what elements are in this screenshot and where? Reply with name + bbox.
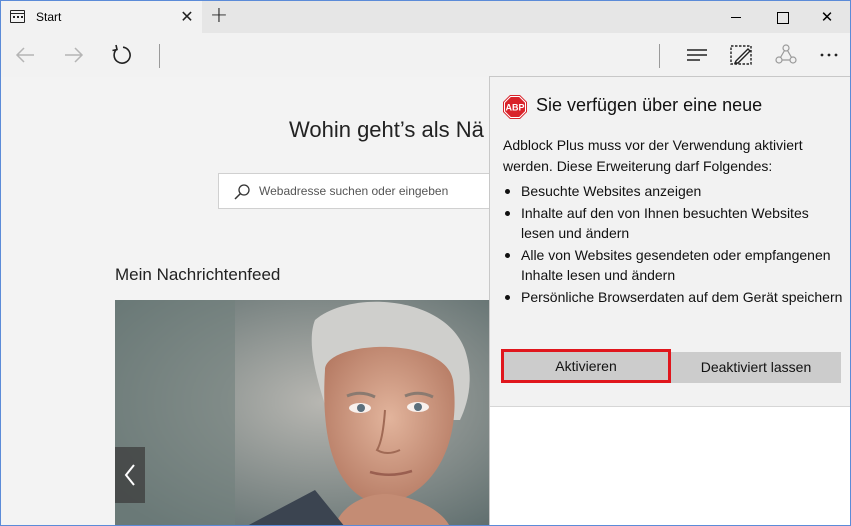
new-tab-button[interactable]: +	[207, 5, 231, 29]
bullet	[505, 189, 510, 194]
news-image[interactable]	[115, 300, 495, 525]
hub-icon[interactable]	[682, 40, 712, 70]
permission-text: Inhalte auf den von Ihnen besuchten Webs…	[521, 205, 809, 241]
permission-item: Besuchte Websites anzeigen	[503, 181, 843, 201]
popup-body: ABP Sie verfügen über eine neue Adblock …	[490, 77, 850, 407]
share-icon[interactable]	[771, 40, 801, 70]
previous-button[interactable]	[115, 447, 145, 503]
permission-text: Besuchte Websites anzeigen	[521, 183, 702, 199]
abp-logo-icon: ABP	[503, 95, 527, 119]
chevron-left-icon	[124, 464, 135, 486]
page-icon	[10, 10, 25, 23]
permissions-list: Besuchte Websites anzeigen Inhalte auf d…	[503, 181, 843, 309]
search-input[interactable]	[259, 174, 499, 208]
web-note-icon[interactable]	[726, 40, 756, 70]
popup-description: Adblock Plus muss vor der Verwendung akt…	[503, 137, 803, 174]
bullet	[505, 295, 510, 300]
activate-button[interactable]: Aktivieren	[501, 349, 671, 383]
close-window-button[interactable]: ✕	[804, 1, 850, 33]
bullet	[505, 211, 510, 216]
tab-start[interactable]: Start ✕	[1, 1, 202, 33]
minimize-button[interactable]	[713, 1, 759, 33]
more-icon[interactable]	[814, 40, 844, 70]
forward-arrow-icon[interactable]	[58, 40, 88, 70]
permission-item: Alle von Websites gesendeten oder empfan…	[503, 245, 843, 285]
back-arrow-icon[interactable]	[11, 40, 41, 70]
portrait-photo	[115, 300, 495, 525]
permission-item: Inhalte auf den von Ihnen besuchten Webs…	[503, 203, 843, 243]
popup-title: Sie verfügen über eine neue	[536, 95, 763, 115]
navigation-bar	[1, 33, 850, 77]
tab-title: Start	[36, 10, 62, 24]
page-heading: Wohin geht’s als Nä	[289, 117, 484, 142]
maximize-button[interactable]	[759, 1, 805, 33]
permission-item: Persönliche Browserdaten auf dem Gerät s…	[503, 287, 843, 307]
permission-text: Alle von Websites gesendeten oder empfan…	[521, 247, 831, 283]
nav-separator	[659, 44, 660, 68]
title-bar: Start ✕ + ✕	[1, 1, 850, 33]
nav-separator	[159, 44, 160, 68]
keep-disabled-button[interactable]: Deaktiviert lassen	[671, 352, 841, 383]
bullet	[505, 253, 510, 258]
permission-text: Persönliche Browserdaten auf dem Gerät s…	[521, 289, 843, 305]
browser-window: Start ✕ + ✕ Wohin geht’s als Nä Webadres…	[0, 0, 851, 526]
extension-popup: ABP Sie verfügen über eine neue Adblock …	[489, 76, 850, 525]
close-tab-icon[interactable]: ✕	[177, 7, 197, 27]
search-box[interactable]	[218, 173, 508, 209]
feed-title: Mein Nachrichtenfeed	[115, 265, 281, 284]
refresh-icon[interactable]	[106, 40, 136, 70]
search-icon	[234, 184, 250, 200]
abp-logo-text: ABP	[505, 103, 524, 113]
